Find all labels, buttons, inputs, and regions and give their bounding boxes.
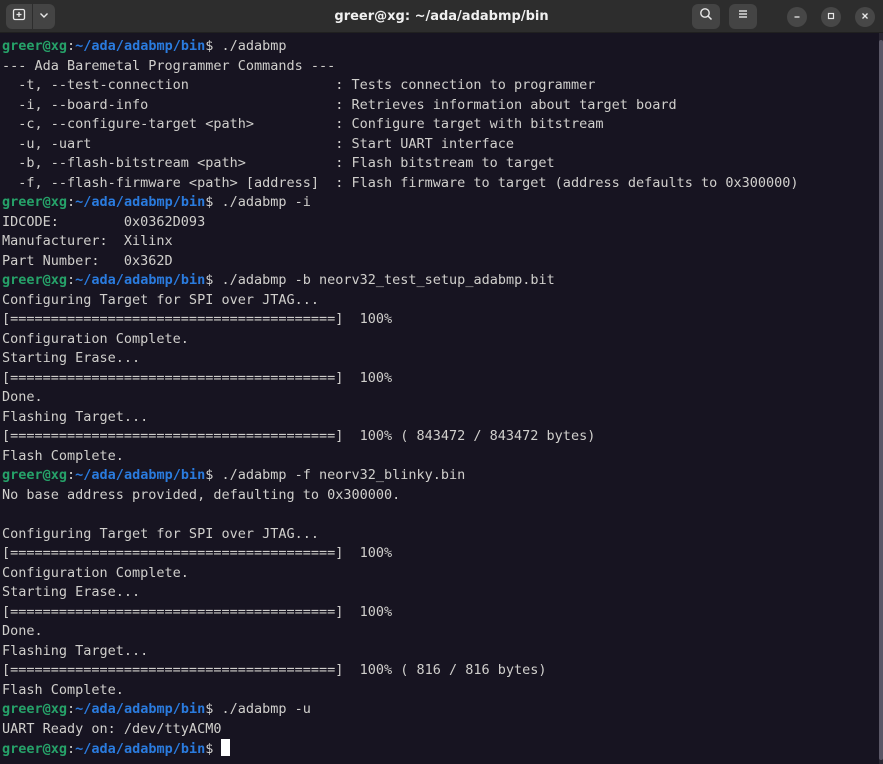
output-line: Configuring Target for SPI over JTAG... [2, 525, 319, 542]
output-line: [=======================================… [2, 369, 393, 386]
prompt-user: greer@xg [2, 194, 68, 210]
prompt-path: ~/ada/adabmp/bin [75, 38, 206, 54]
output-line: [=======================================… [2, 428, 596, 444]
prompt-symbol: $ [205, 701, 222, 717]
hamburger-menu-icon [736, 7, 750, 26]
output-line: No base address provided, defaulting to … [2, 486, 401, 503]
maximize-icon [826, 8, 836, 26]
output-line: --- Ada Baremetal Programmer Commands --… [2, 57, 336, 74]
tab-controls [6, 4, 55, 29]
text-cursor [221, 739, 231, 756]
search-button[interactable] [692, 4, 720, 29]
prompt-path: ~/ada/adabmp/bin [75, 741, 206, 757]
tab-dropdown-button[interactable] [33, 4, 55, 29]
new-tab-button[interactable] [6, 4, 33, 29]
prompt-line: greer@xg:~/ada/adabmp/bin$ [2, 739, 883, 759]
output-line: -u, -uart : Start UART interface [2, 135, 515, 152]
scrollbar-thumb[interactable] [879, 40, 883, 760]
minimize-icon [792, 8, 802, 26]
close-icon [860, 8, 870, 26]
output-line: Flash Complete. [2, 447, 124, 464]
prompt-line: greer@xg:~/ada/adabmp/bin$ ./adabmp [2, 37, 883, 57]
output-line: Configuring Target for SPI over JTAG... [2, 291, 319, 308]
menu-button[interactable] [729, 4, 757, 29]
maximize-button[interactable] [821, 6, 841, 27]
output-line: Done. [2, 623, 43, 639]
prompt-separator: : [67, 701, 76, 717]
window-controls [692, 4, 875, 29]
prompt-separator: : [67, 467, 76, 483]
output-line: Flashing Target... [2, 642, 149, 659]
output-line: Flashing Target... [2, 408, 149, 425]
prompt-user: greer@xg [2, 741, 68, 757]
close-button[interactable] [855, 6, 875, 27]
output-line: Manufacturer: Xilinx [2, 233, 173, 249]
prompt-separator: : [67, 38, 76, 54]
minimize-button[interactable] [787, 6, 807, 27]
output-line: Starting Erase... [2, 350, 141, 366]
output-line: IDCODE: 0x0362D093 [2, 213, 206, 230]
prompt-user: greer@xg [2, 38, 68, 54]
title-bar[interactable]: greer@xg: ~/ada/adabmp/bin [0, 0, 883, 33]
command-text: ./adabmp -i [221, 194, 311, 210]
prompt-separator: : [67, 741, 76, 757]
chevron-down-icon [38, 8, 50, 26]
prompt-user: greer@xg [2, 701, 68, 717]
prompt-symbol: $ [205, 467, 222, 483]
prompt-line: greer@xg:~/ada/adabmp/bin$ ./adabmp -i [2, 193, 883, 213]
prompt-line: greer@xg:~/ada/adabmp/bin$ ./adabmp -b n… [2, 271, 883, 291]
output-line: [=======================================… [2, 311, 393, 327]
prompt-symbol: $ [205, 741, 222, 757]
output-line: Configuration Complete. [2, 330, 189, 347]
output-line: Configuration Complete. [2, 564, 189, 581]
output-line: -b, --flash-bitstream <path> : Flash bit… [2, 155, 555, 171]
prompt-separator: : [67, 272, 76, 288]
output-line: Done. [2, 389, 43, 405]
prompt-path: ~/ada/adabmp/bin [75, 701, 206, 717]
output-line: [=======================================… [2, 603, 393, 620]
prompt-path: ~/ada/adabmp/bin [75, 467, 206, 483]
command-text: ./adabmp -b neorv32_test_setup_adabmp.bi… [221, 272, 555, 288]
prompt-separator: : [67, 194, 76, 210]
new-tab-icon [12, 7, 26, 26]
search-icon [699, 7, 713, 26]
prompt-user: greer@xg [2, 467, 68, 483]
terminal-output[interactable]: greer@xg:~/ada/adabmp/bin$ ./adabmp --- A… [0, 33, 883, 764]
output-line: -f, --flash-firmware <path> [address] : … [2, 174, 799, 191]
prompt-line: greer@xg:~/ada/adabmp/bin$ ./adabmp -u [2, 700, 883, 720]
prompt-path: ~/ada/adabmp/bin [75, 272, 206, 288]
prompt-symbol: $ [205, 194, 222, 210]
command-text: ./adabmp -u [221, 701, 311, 717]
output-line: Flash Complete. [2, 681, 124, 698]
output-line: -t, --test-connection : Tests connection… [2, 77, 596, 93]
terminal-window: greer@xg: ~/ada/adabmp/bin greer@xg:~/ad… [0, 0, 883, 764]
prompt-line: greer@xg:~/ada/adabmp/bin$ ./adabmp -f n… [2, 466, 883, 486]
output-line: UART Ready on: /dev/ttyACM0 [2, 720, 222, 737]
output-line: [=======================================… [2, 662, 547, 678]
command-text: ./adabmp [221, 38, 287, 54]
output-line: -c, --configure-target <path> : Configur… [2, 116, 604, 132]
prompt-symbol: $ [205, 38, 222, 54]
output-line: Starting Erase... [2, 584, 141, 600]
output-line: [=======================================… [2, 545, 393, 561]
prompt-user: greer@xg [2, 272, 68, 288]
output-line: Part Number: 0x362D [2, 252, 173, 269]
command-text: ./adabmp -f neorv32_blinky.bin [221, 467, 466, 483]
output-line: -i, --board-info : Retrieves information… [2, 96, 677, 113]
prompt-symbol: $ [205, 272, 222, 288]
prompt-path: ~/ada/adabmp/bin [75, 194, 206, 210]
